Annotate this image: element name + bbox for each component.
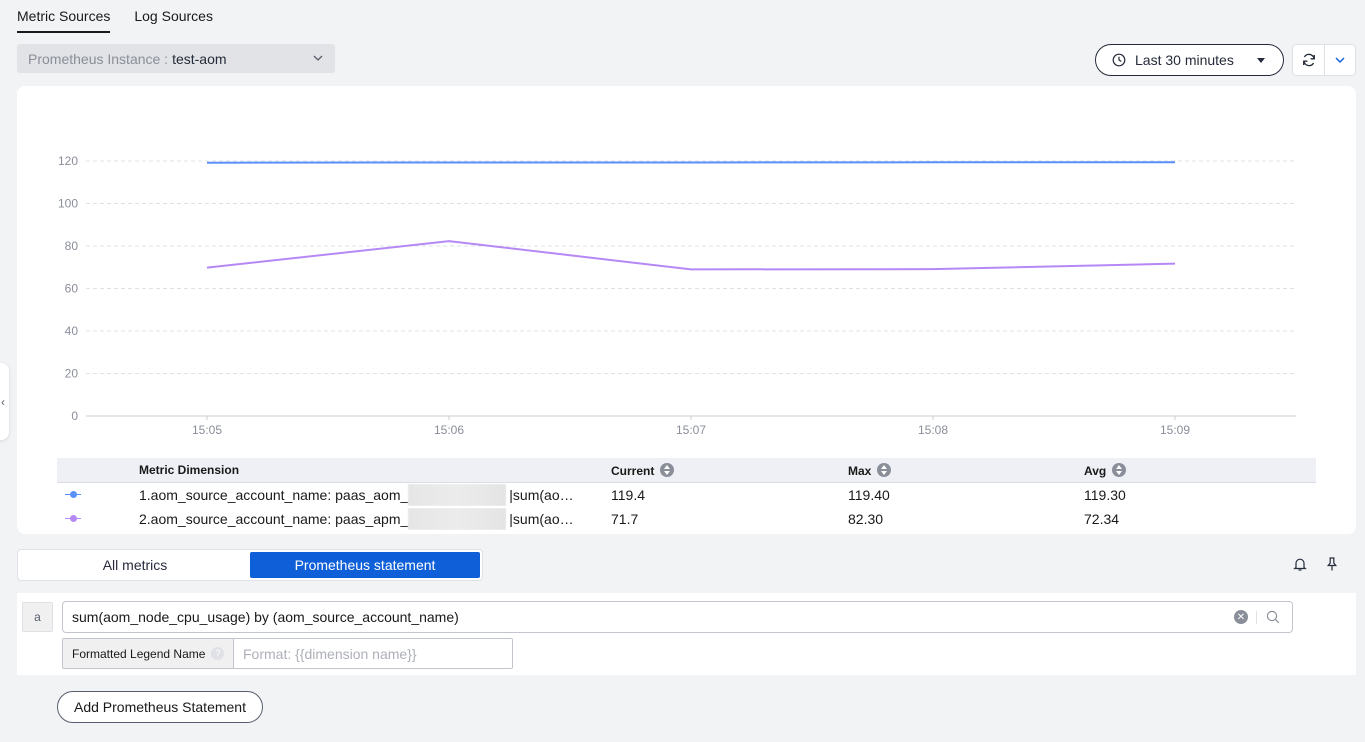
avg-value: 119.30 bbox=[1084, 487, 1126, 503]
series-marker bbox=[57, 483, 139, 507]
query-mode-toggle: All metrics Prometheus statement bbox=[17, 549, 483, 581]
time-range-label: Last 30 minutes bbox=[1135, 52, 1234, 68]
search-icon[interactable] bbox=[1266, 610, 1280, 624]
refresh-group bbox=[1292, 44, 1356, 76]
metric-dimension: 2.aom_source_account_name: paas_apm_ |sum… bbox=[139, 508, 611, 530]
refresh-icon bbox=[1302, 53, 1315, 67]
legend-format-label: Formatted Legend Name? bbox=[63, 639, 234, 668]
clock-icon bbox=[1112, 53, 1126, 67]
legend-row[interactable]: 2.aom_source_account_name: paas_apm_ |sum… bbox=[57, 507, 1316, 531]
y-tick-label: 20 bbox=[65, 367, 79, 381]
header-avg[interactable]: Avg bbox=[1084, 462, 1284, 478]
query-label: a bbox=[22, 602, 53, 632]
line-chart: 0 20 40 60 80 100 120 15:05 15:06 15:07 15:08 15:09 bbox=[58, 154, 1296, 437]
instance-value: test-aom bbox=[172, 50, 227, 67]
prometheus-statement-tab[interactable]: Prometheus statement bbox=[250, 552, 480, 578]
tab-log-sources[interactable]: Log Sources bbox=[134, 0, 213, 33]
legend-format-field: Formatted Legend Name? Format: {{dimensi… bbox=[62, 638, 513, 669]
caret-down-icon bbox=[1257, 58, 1265, 63]
refresh-button[interactable] bbox=[1293, 45, 1324, 75]
x-tick-label: 15:09 bbox=[1160, 423, 1190, 437]
series-marker bbox=[57, 507, 139, 531]
collapse-panel-handle[interactable]: ‹ bbox=[0, 363, 9, 440]
bell-icon[interactable] bbox=[1292, 556, 1308, 572]
legend-row[interactable]: 1.aom_source_account_name: paas_aom_ |sum… bbox=[57, 483, 1316, 507]
pin-icon[interactable] bbox=[1324, 556, 1340, 572]
x-tick-label: 15:06 bbox=[434, 423, 464, 437]
current-value: 71.7 bbox=[611, 511, 639, 527]
clear-icon[interactable]: ✕ bbox=[1234, 610, 1248, 624]
max-value: 82.30 bbox=[848, 511, 884, 527]
instance-label: Prometheus Instance : bbox=[28, 50, 169, 67]
prometheus-query-input[interactable]: sum(aom_node_cpu_usage) by (aom_source_a… bbox=[62, 601, 1293, 633]
y-tick-label: 120 bbox=[58, 154, 78, 168]
chevron-down-icon bbox=[1335, 57, 1345, 63]
header-metric-dimension: Metric Dimension bbox=[139, 463, 240, 477]
query-text: sum(aom_node_cpu_usage) by (aom_source_a… bbox=[72, 609, 459, 625]
y-tick-label: 80 bbox=[65, 239, 79, 253]
y-tick-label: 60 bbox=[65, 282, 79, 296]
sort-icon[interactable] bbox=[877, 462, 892, 477]
chevron-left-icon: ‹ bbox=[1, 394, 5, 409]
series-line-2 bbox=[206, 240, 1176, 271]
source-tabs: Metric Sources Log Sources bbox=[17, 0, 213, 34]
max-value: 119.40 bbox=[848, 487, 890, 503]
chevron-down-icon bbox=[313, 55, 323, 61]
redacted-text bbox=[408, 508, 507, 530]
current-value: 119.4 bbox=[611, 487, 645, 503]
time-range-picker[interactable]: Last 30 minutes bbox=[1095, 44, 1284, 76]
tab-metric-sources[interactable]: Metric Sources bbox=[17, 0, 111, 33]
avg-value: 72.34 bbox=[1084, 511, 1120, 527]
x-tick-label: 15:08 bbox=[918, 423, 948, 437]
chart-card: 0 20 40 60 80 100 120 15:05 15:06 15:07 15:08 15:09… bbox=[17, 86, 1356, 534]
help-icon[interactable]: ? bbox=[211, 647, 225, 660]
y-tick-label: 100 bbox=[58, 197, 78, 211]
refresh-interval-dropdown[interactable] bbox=[1324, 45, 1355, 75]
y-tick-label: 0 bbox=[71, 409, 78, 423]
add-prometheus-statement-button[interactable]: Add Prometheus Statement bbox=[57, 691, 263, 723]
legend-table: Metric Dimension Current Max Avg 1.aom_s… bbox=[57, 458, 1316, 531]
legend-header: Metric Dimension Current Max Avg bbox=[57, 458, 1316, 483]
sort-icon[interactable] bbox=[1112, 462, 1127, 477]
header-current[interactable]: Current bbox=[611, 462, 848, 478]
sort-icon[interactable] bbox=[660, 462, 675, 477]
legend-format-input[interactable]: Format: {{dimension name}} bbox=[234, 639, 512, 668]
header-max[interactable]: Max bbox=[848, 462, 1084, 478]
query-card: a sum(aom_node_cpu_usage) by (aom_source… bbox=[17, 593, 1356, 675]
redacted-text bbox=[408, 484, 507, 506]
x-tick-label: 15:07 bbox=[676, 423, 706, 437]
y-tick-label: 40 bbox=[65, 324, 79, 338]
x-tick-label: 15:05 bbox=[192, 423, 222, 437]
all-metrics-tab[interactable]: All metrics bbox=[20, 552, 250, 578]
toolbar-icons bbox=[1292, 556, 1340, 572]
prometheus-instance-select[interactable]: Prometheus Instance : test-aom bbox=[17, 44, 335, 73]
metric-dimension: 1.aom_source_account_name: paas_aom_ |sum… bbox=[139, 484, 611, 506]
